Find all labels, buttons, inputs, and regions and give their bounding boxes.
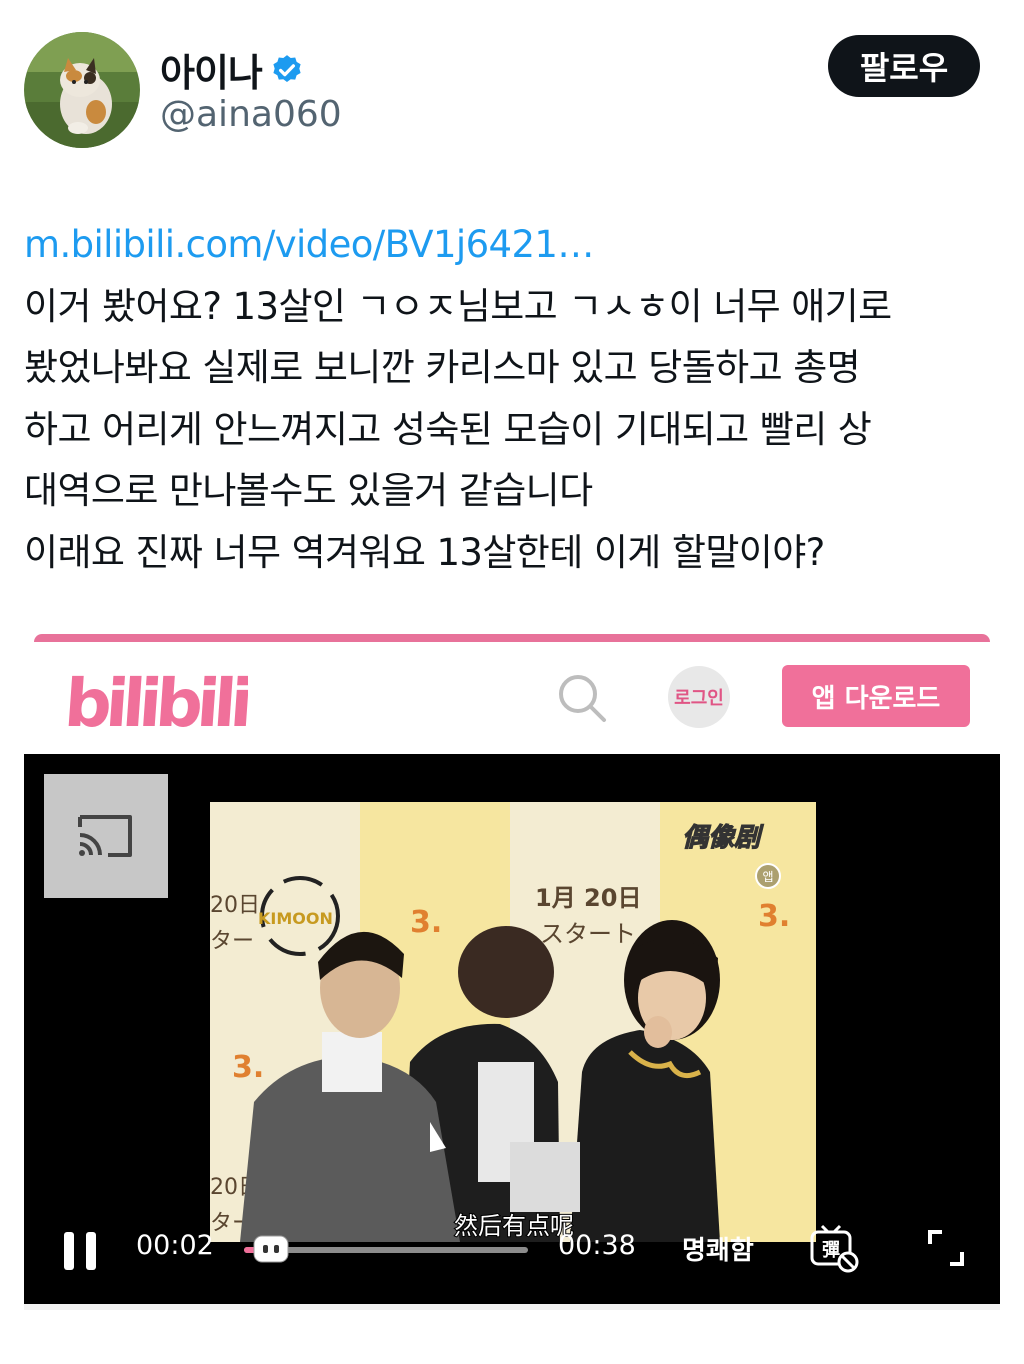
- pause-icon[interactable]: [62, 1230, 98, 1272]
- verified-badge-icon: [273, 54, 301, 82]
- display-name[interactable]: 아이나: [160, 42, 263, 97]
- search-icon[interactable]: [556, 672, 608, 724]
- svg-text:bilibili: bilibili: [68, 665, 248, 742]
- svg-text:3.: 3.: [232, 1050, 264, 1085]
- avatar[interactable]: [24, 32, 140, 148]
- tweet-header: 아이나 @aina060 팔로우: [24, 32, 1000, 150]
- danmaku-icon[interactable]: 彈: [808, 1222, 862, 1276]
- follow-button[interactable]: 팔로우: [828, 35, 980, 97]
- svg-text:スタート: スタート: [540, 920, 636, 948]
- player-controls: 00:02 00:38 명쾌함 彈: [24, 1214, 1000, 1304]
- tweet-line: 하고 어리게 안느껴지고 성숙된 모습이 기대되고 빨리 상: [24, 407, 872, 451]
- svg-text:3.: 3.: [410, 905, 442, 940]
- tweet-line: 이거 봤어요? 13살인 ㄱㅇㅈ님보고 ㄱㅅㅎ이 너무 애기로: [24, 284, 892, 328]
- svg-text:앱: 앱: [762, 870, 773, 884]
- svg-text:偶像剧: 偶像剧: [682, 823, 764, 853]
- embedded-media-card[interactable]: bilibili 로그인 앱 다운로드 1月 20日 スタート 20日 ター 2…: [24, 634, 1000, 1310]
- tweet-line: 봤었나봐요 실제로 보니깐 카리스마 있고 당돌하고 총명: [24, 346, 861, 389]
- bilibili-logo[interactable]: bilibili: [62, 656, 251, 746]
- video-frame[interactable]: 1月 20日 スタート 20日 ター 20日 ター 偶像剧 3. 3. 3. K…: [210, 802, 816, 1242]
- tweet-line: 이래요 진짜 너무 역겨워요 13살한테 이게 할말이야?: [24, 530, 825, 574]
- svg-text:彈: 彈: [822, 1240, 840, 1261]
- cast-button[interactable]: [44, 774, 168, 898]
- app-download-button[interactable]: 앱 다운로드: [782, 665, 970, 727]
- quality-selector[interactable]: 명쾌함: [682, 1230, 754, 1267]
- user-handle[interactable]: @aina060: [160, 94, 342, 135]
- card-top-border: [34, 634, 990, 642]
- total-time: 00:38: [558, 1230, 636, 1261]
- fullscreen-icon[interactable]: [926, 1228, 966, 1268]
- login-button[interactable]: 로그인: [668, 666, 730, 728]
- svg-text:3.: 3.: [758, 899, 790, 934]
- card-bottom-border: [24, 1304, 1000, 1310]
- tweet-line: 대역으로 만나볼수도 있을거 같습니다: [24, 469, 593, 512]
- bilibili-header: bilibili 로그인 앱 다운로드: [24, 642, 1000, 754]
- svg-text:1月 20日: 1月 20日: [535, 884, 641, 912]
- app-badge: 앱: [754, 862, 782, 894]
- name-row: 아이나: [160, 42, 304, 97]
- cast-icon: [78, 815, 132, 857]
- svg-text:ター: ター: [210, 929, 254, 954]
- progress-handle[interactable]: [252, 1234, 290, 1264]
- current-time: 00:02: [136, 1230, 214, 1261]
- video-player[interactable]: 1月 20日 スタート 20日 ター 20日 ター 偶像剧 3. 3. 3. K…: [24, 754, 1000, 1304]
- svg-text:KIMOON: KIMOON: [258, 909, 333, 928]
- tweet-link[interactable]: m.bilibili.com/video/BV1j6421…: [24, 214, 1004, 276]
- svg-text:20日: 20日: [210, 893, 260, 918]
- tweet-text: m.bilibili.com/video/BV1j6421… 이거 봤어요? 1…: [24, 214, 1004, 583]
